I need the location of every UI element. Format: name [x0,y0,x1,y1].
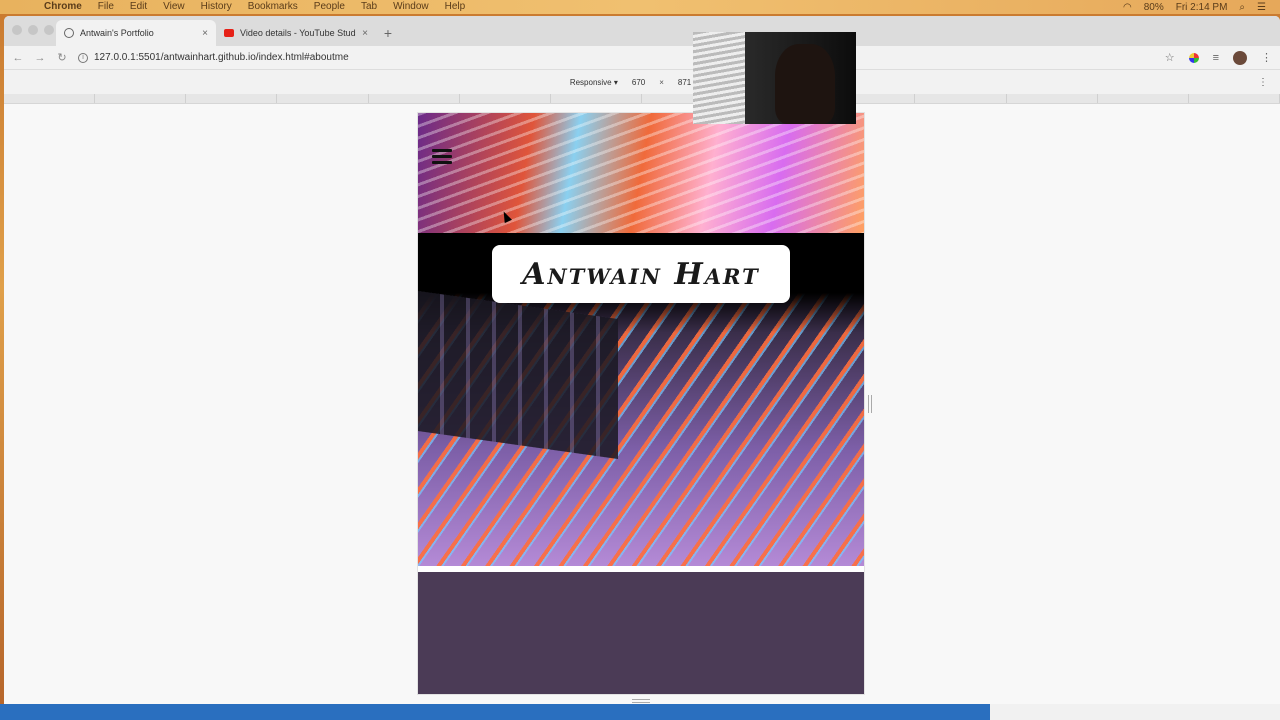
url-text[interactable]: 127.0.0.1:5501/antwainhart.github.io/ind… [94,52,349,63]
device-width-input[interactable]: 670 [632,78,645,87]
close-tab-icon[interactable]: × [362,28,368,39]
tab-portfolio[interactable]: Antwain's Portfolio × [56,20,216,46]
viewport-resize-handle-bottom[interactable] [632,699,650,703]
wifi-icon[interactable]: ◠ [1123,2,1132,13]
media-query-ruler[interactable] [4,94,1280,104]
hamburger-menu-icon[interactable] [432,149,452,164]
tab-strip: Antwain's Portfolio × Video details - Yo… [4,16,1280,46]
about-me-section [418,572,864,694]
menu-tab[interactable]: Tab [353,0,385,14]
back-icon[interactable]: ← [12,52,24,64]
menu-bookmarks[interactable]: Bookmarks [240,0,306,14]
device-height-input[interactable]: 871 [678,78,691,87]
macos-menu-bar: Chrome File Edit View History Bookmarks … [0,0,1280,14]
close-tab-icon[interactable]: × [202,28,208,39]
address-bar[interactable]: i 127.0.0.1:5501/antwainhart.github.io/i… [78,52,349,63]
title-card: Antwain Hart [492,245,790,303]
minimize-window-button[interactable] [28,25,38,35]
youtube-icon [224,29,234,37]
tab-youtube-studio[interactable]: Video details - YouTube Studio × [216,20,376,46]
new-tab-button[interactable]: + [376,20,400,46]
tab-label: Video details - YouTube Studio [240,28,357,38]
devtools-tabs-strip [990,704,1280,720]
menu-view[interactable]: View [155,0,193,14]
close-window-button[interactable] [12,25,22,35]
tab-label: Antwain's Portfolio [80,28,154,38]
spotlight-icon[interactable]: ⌕ [1239,2,1245,13]
webcam-overlay [693,32,856,124]
window-blinds [693,32,745,124]
reload-icon[interactable]: ↻ [56,51,68,64]
responsive-device-frame: Antwain Hart [418,113,864,694]
browser-window: Antwain's Portfolio × Video details - Yo… [4,16,1280,704]
globe-icon [64,28,74,38]
menu-kebab-icon[interactable]: ⋮ [1261,51,1272,64]
presenter-video [775,44,835,124]
extension-icon[interactable] [1188,52,1199,63]
emulated-viewport-area: Antwain Hart [4,105,1280,704]
window-controls [12,25,54,35]
device-toolbar: Responsive ▾ 670 × 871 10 ⋮ [4,70,1280,94]
zoom-window-button[interactable] [44,25,54,35]
menu-file[interactable]: File [90,0,122,14]
menubar-clock[interactable]: Fri 2:14 PM [1176,2,1228,13]
menu-chrome[interactable]: Chrome [36,0,90,14]
avatar[interactable] [1233,50,1247,65]
browser-toolbar: ← → ↻ i 127.0.0.1:5501/antwainhart.githu… [4,46,1280,70]
device-options-icon[interactable]: ⋮ [1258,77,1268,88]
menu-window[interactable]: Window [385,0,437,14]
battery-status[interactable]: 80% [1144,2,1164,13]
page-title: Antwain Hart [522,256,760,292]
forward-icon[interactable]: → [34,52,46,64]
menu-people[interactable]: People [306,0,353,14]
menu-help[interactable]: Help [437,0,474,14]
bookmark-star-icon[interactable]: ☆ [1165,51,1175,64]
media-list-icon[interactable]: ≡ [1213,52,1219,64]
notification-center-icon[interactable]: ☰ [1257,2,1266,13]
menu-edit[interactable]: Edit [122,0,155,14]
menu-history[interactable]: History [193,0,240,14]
keyboard-image [418,290,618,460]
hero-image: Antwain Hart [418,233,864,566]
site-info-icon[interactable]: i [78,52,88,63]
responsive-select[interactable]: Responsive ▾ [570,78,618,87]
hero-banner [418,113,864,233]
dimension-separator: × [659,77,664,87]
viewport-resize-handle-right[interactable] [868,395,872,413]
